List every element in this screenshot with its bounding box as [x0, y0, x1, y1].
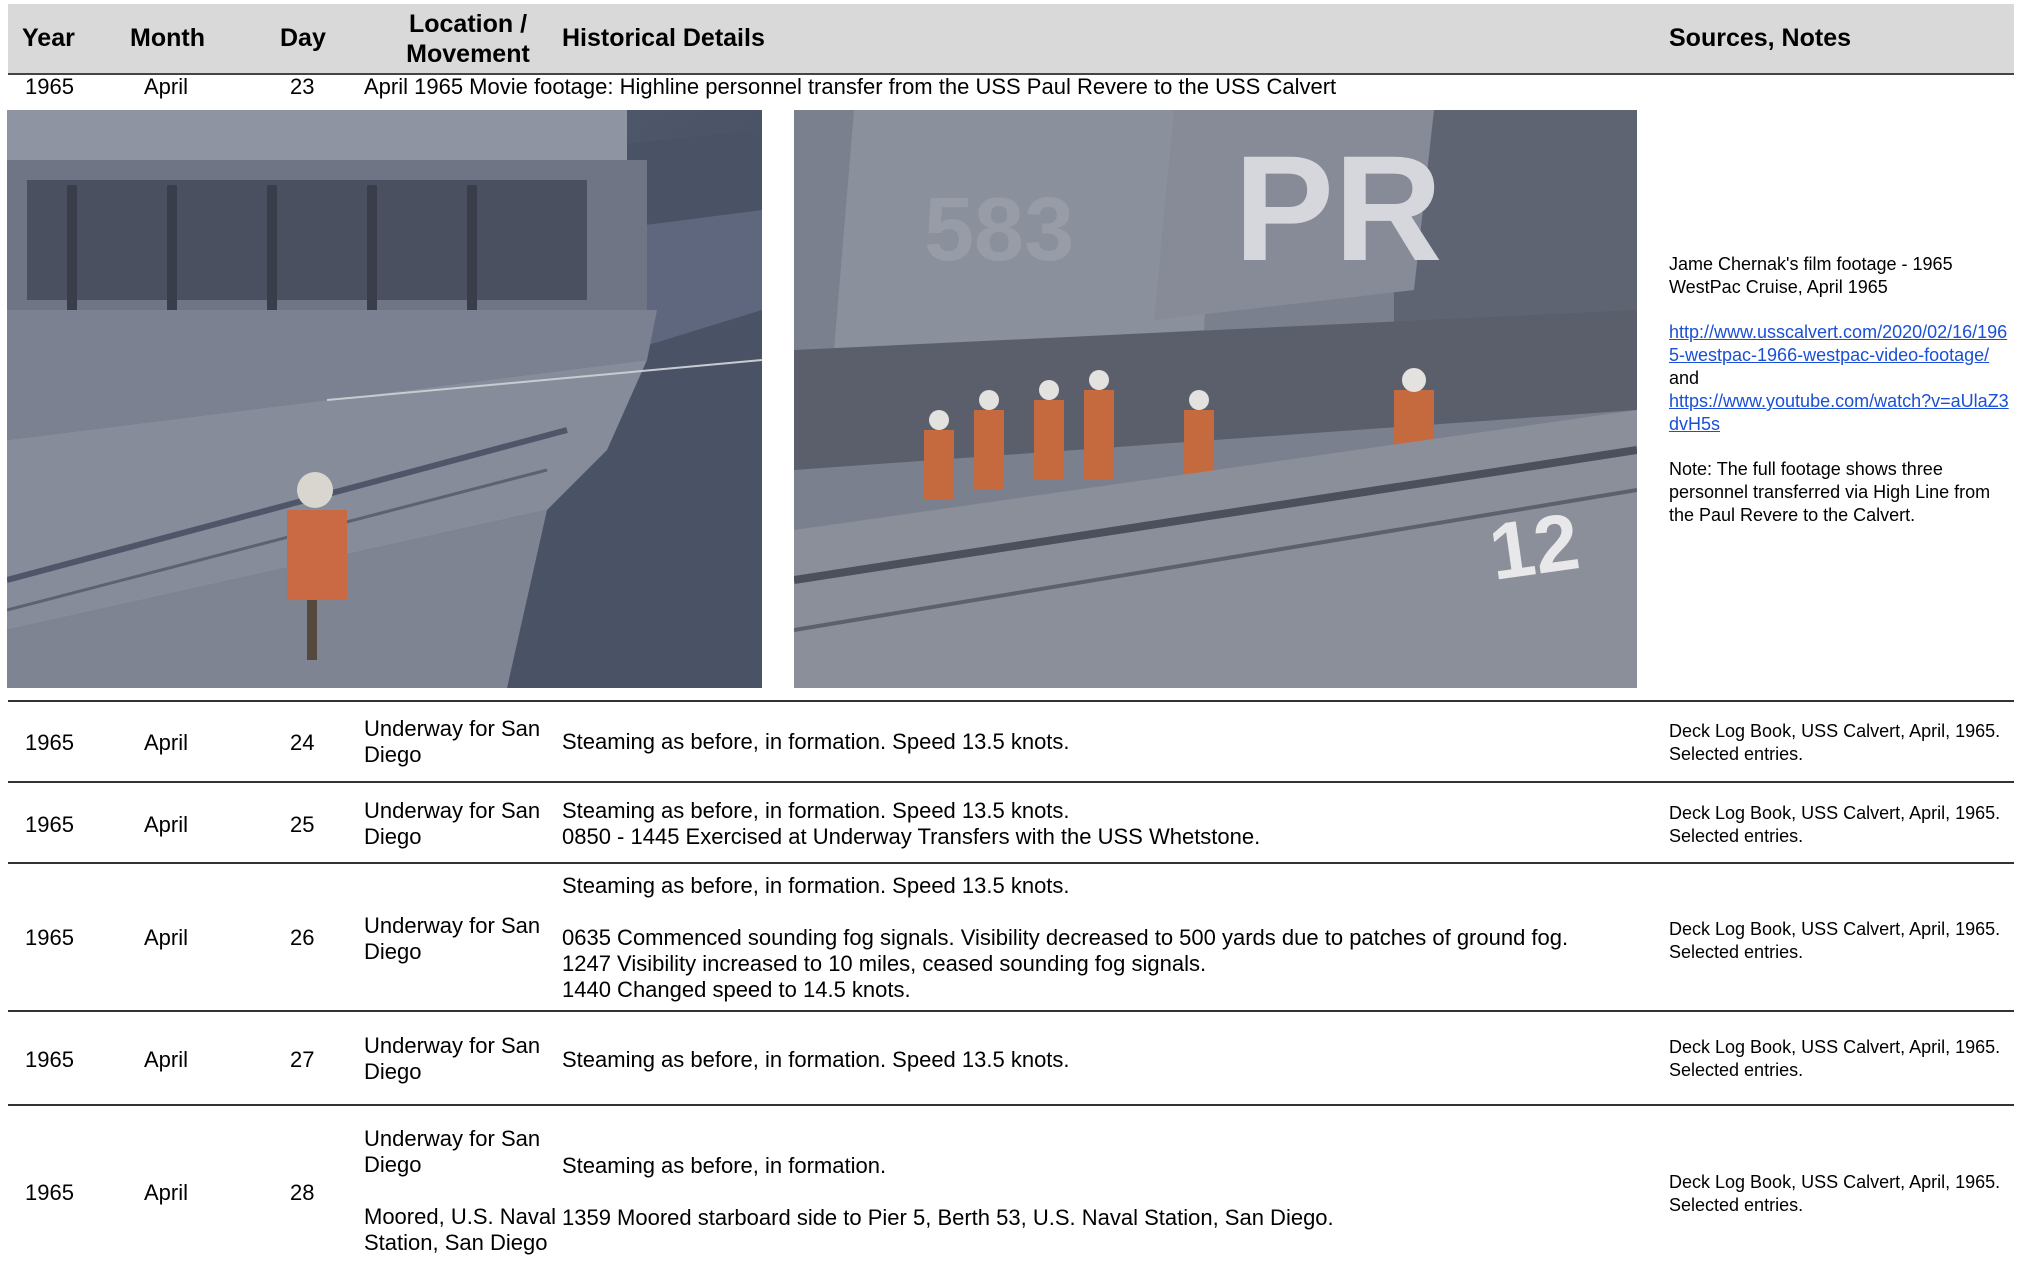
- row-details: Steaming as before, in formation. Speed …: [562, 1047, 1070, 1072]
- row-day: 25: [290, 812, 315, 837]
- row-sources: Jame Chernak's film footage - 1965 WestP…: [1669, 253, 2014, 527]
- header-month: Month: [130, 24, 205, 52]
- detail-line: 0635 Commenced sounding fog signals. Vis…: [562, 925, 1569, 950]
- row-details: Steaming as before, in formation. Speed …: [562, 873, 1568, 1003]
- row-sources: Deck Log Book, USS Calvert, April, 1965.…: [1669, 918, 2014, 964]
- row-day: 27: [290, 1047, 315, 1072]
- row-divider: [8, 1104, 2014, 1106]
- row-details: April 1965 Movie footage: Highline perso…: [364, 74, 1337, 99]
- row-year: 1965: [25, 812, 74, 837]
- table-header: Year Month Day Location / Movement Histo…: [8, 4, 2014, 75]
- source-line: Selected entries.: [1669, 1060, 1804, 1080]
- location-line: Underway for San: [364, 913, 541, 938]
- row-sources: Deck Log Book, USS Calvert, April, 1965.…: [1669, 720, 2014, 766]
- sources-link-usscalvert[interactable]: http://www.usscalvert.com/2020/02/16/196…: [1669, 322, 2007, 365]
- header-location: Location / Movement: [388, 9, 548, 69]
- hull-number: 12: [1484, 496, 1585, 597]
- row-divider: [8, 1010, 2014, 1012]
- row-details: Steaming as before, in formation. Speed …: [562, 729, 1070, 754]
- detail-line: 1359 Moored starboard side to Pier 5, Be…: [562, 1205, 1334, 1230]
- row-location: Underway for San Diego: [364, 798, 540, 850]
- row-month: April: [144, 1180, 189, 1205]
- header-details: Historical Details: [562, 24, 765, 52]
- row-year: 1965: [25, 74, 74, 99]
- hull-letters: PR: [1234, 124, 1442, 292]
- location-line: Underway for San: [364, 1033, 541, 1058]
- row-month: April: [144, 74, 189, 99]
- location-line: Diego: [364, 1059, 422, 1084]
- source-line: Deck Log Book, USS Calvert, April, 1965.: [1669, 803, 2001, 823]
- row-location: Underway for San Diego: [364, 716, 540, 768]
- row-sources: Deck Log Book, USS Calvert, April, 1965.…: [1669, 802, 2014, 848]
- source-line: Selected entries.: [1669, 942, 1804, 962]
- header-location-line1: Location /: [408, 10, 528, 38]
- row-month: April: [144, 730, 189, 755]
- row-location: Underway for San Diego Moored, U.S. Nava…: [364, 1126, 556, 1256]
- row-divider: [8, 862, 2014, 864]
- source-line: Deck Log Book, USS Calvert, April, 1965.: [1669, 1037, 2001, 1057]
- row-divider: [8, 700, 2014, 702]
- source-line: Selected entries.: [1669, 744, 1804, 764]
- row-year: 1965: [25, 730, 74, 755]
- location-line: Diego: [364, 824, 422, 849]
- location-line: Underway for San: [364, 1126, 541, 1151]
- photo-highline-transfer-left: [7, 110, 762, 688]
- detail-line: Steaming as before, in formation. Speed …: [562, 798, 1070, 823]
- detail-line: Steaming as before, in formation.: [562, 1153, 887, 1178]
- row-year: 1965: [25, 1047, 74, 1072]
- header-sources: Sources, Notes: [1669, 24, 1852, 52]
- header-day: Day: [280, 24, 326, 52]
- detail-line: 1440 Changed speed to 14.5 knots.: [562, 977, 911, 1002]
- location-line: Moored, U.S. Naval: [364, 1204, 556, 1229]
- sources-link-youtube[interactable]: https://www.youtube.com/watch?v=aUlaZ3dv…: [1669, 391, 2009, 434]
- row-month: April: [144, 1047, 189, 1072]
- row-sources: Deck Log Book, USS Calvert, April, 1965.…: [1669, 1171, 2014, 1217]
- source-line: Deck Log Book, USS Calvert, April, 1965.: [1669, 721, 2001, 741]
- bow-number: 583: [924, 180, 1074, 280]
- row-details: Steaming as before, in formation. 1359 M…: [562, 1153, 1334, 1231]
- row-divider: [8, 781, 2014, 783]
- detail-line: 1247 Visibility increased to 10 miles, c…: [562, 951, 1207, 976]
- source-line: Selected entries.: [1669, 826, 1804, 846]
- photo-paul-revere-pr-hull: PR 583 12: [794, 110, 1637, 688]
- location-line: Station, San Diego: [364, 1230, 548, 1255]
- row-month: April: [144, 812, 189, 837]
- sources-title: Jame Chernak's film footage - 1965 WestP…: [1669, 254, 1953, 297]
- detail-line: 0850 - 1445 Exercised at Underway Transf…: [562, 824, 1261, 849]
- detail-line: Steaming as before, in formation. Speed …: [562, 873, 1070, 898]
- location-line: Underway for San: [364, 716, 541, 741]
- row-day: 28: [290, 1180, 315, 1205]
- sources-note: Note: The full footage shows three perso…: [1669, 459, 1991, 525]
- row-day: 24: [290, 730, 315, 755]
- location-line: Diego: [364, 1152, 422, 1177]
- header-location-line2: Movement: [406, 40, 530, 68]
- location-line: Diego: [364, 939, 422, 964]
- header-year: Year: [22, 24, 75, 52]
- row-location: Underway for San Diego: [364, 1033, 540, 1085]
- location-line: Underway for San: [364, 798, 541, 823]
- row-day: 26: [290, 925, 315, 950]
- location-line: Diego: [364, 742, 422, 767]
- row-year: 1965: [25, 1180, 74, 1205]
- row-details: Steaming as before, in formation. Speed …: [562, 798, 1260, 850]
- row-year: 1965: [25, 925, 74, 950]
- source-line: Deck Log Book, USS Calvert, April, 1965.: [1669, 919, 2001, 939]
- row-month: April: [144, 925, 189, 950]
- sources-and: and: [1669, 368, 1700, 388]
- source-line: Deck Log Book, USS Calvert, April, 1965.: [1669, 1172, 2001, 1192]
- row-day: 23: [290, 74, 315, 99]
- row-location: Underway for San Diego: [364, 913, 540, 965]
- row-sources: Deck Log Book, USS Calvert, April, 1965.…: [1669, 1036, 2014, 1082]
- source-line: Selected entries.: [1669, 1195, 1804, 1215]
